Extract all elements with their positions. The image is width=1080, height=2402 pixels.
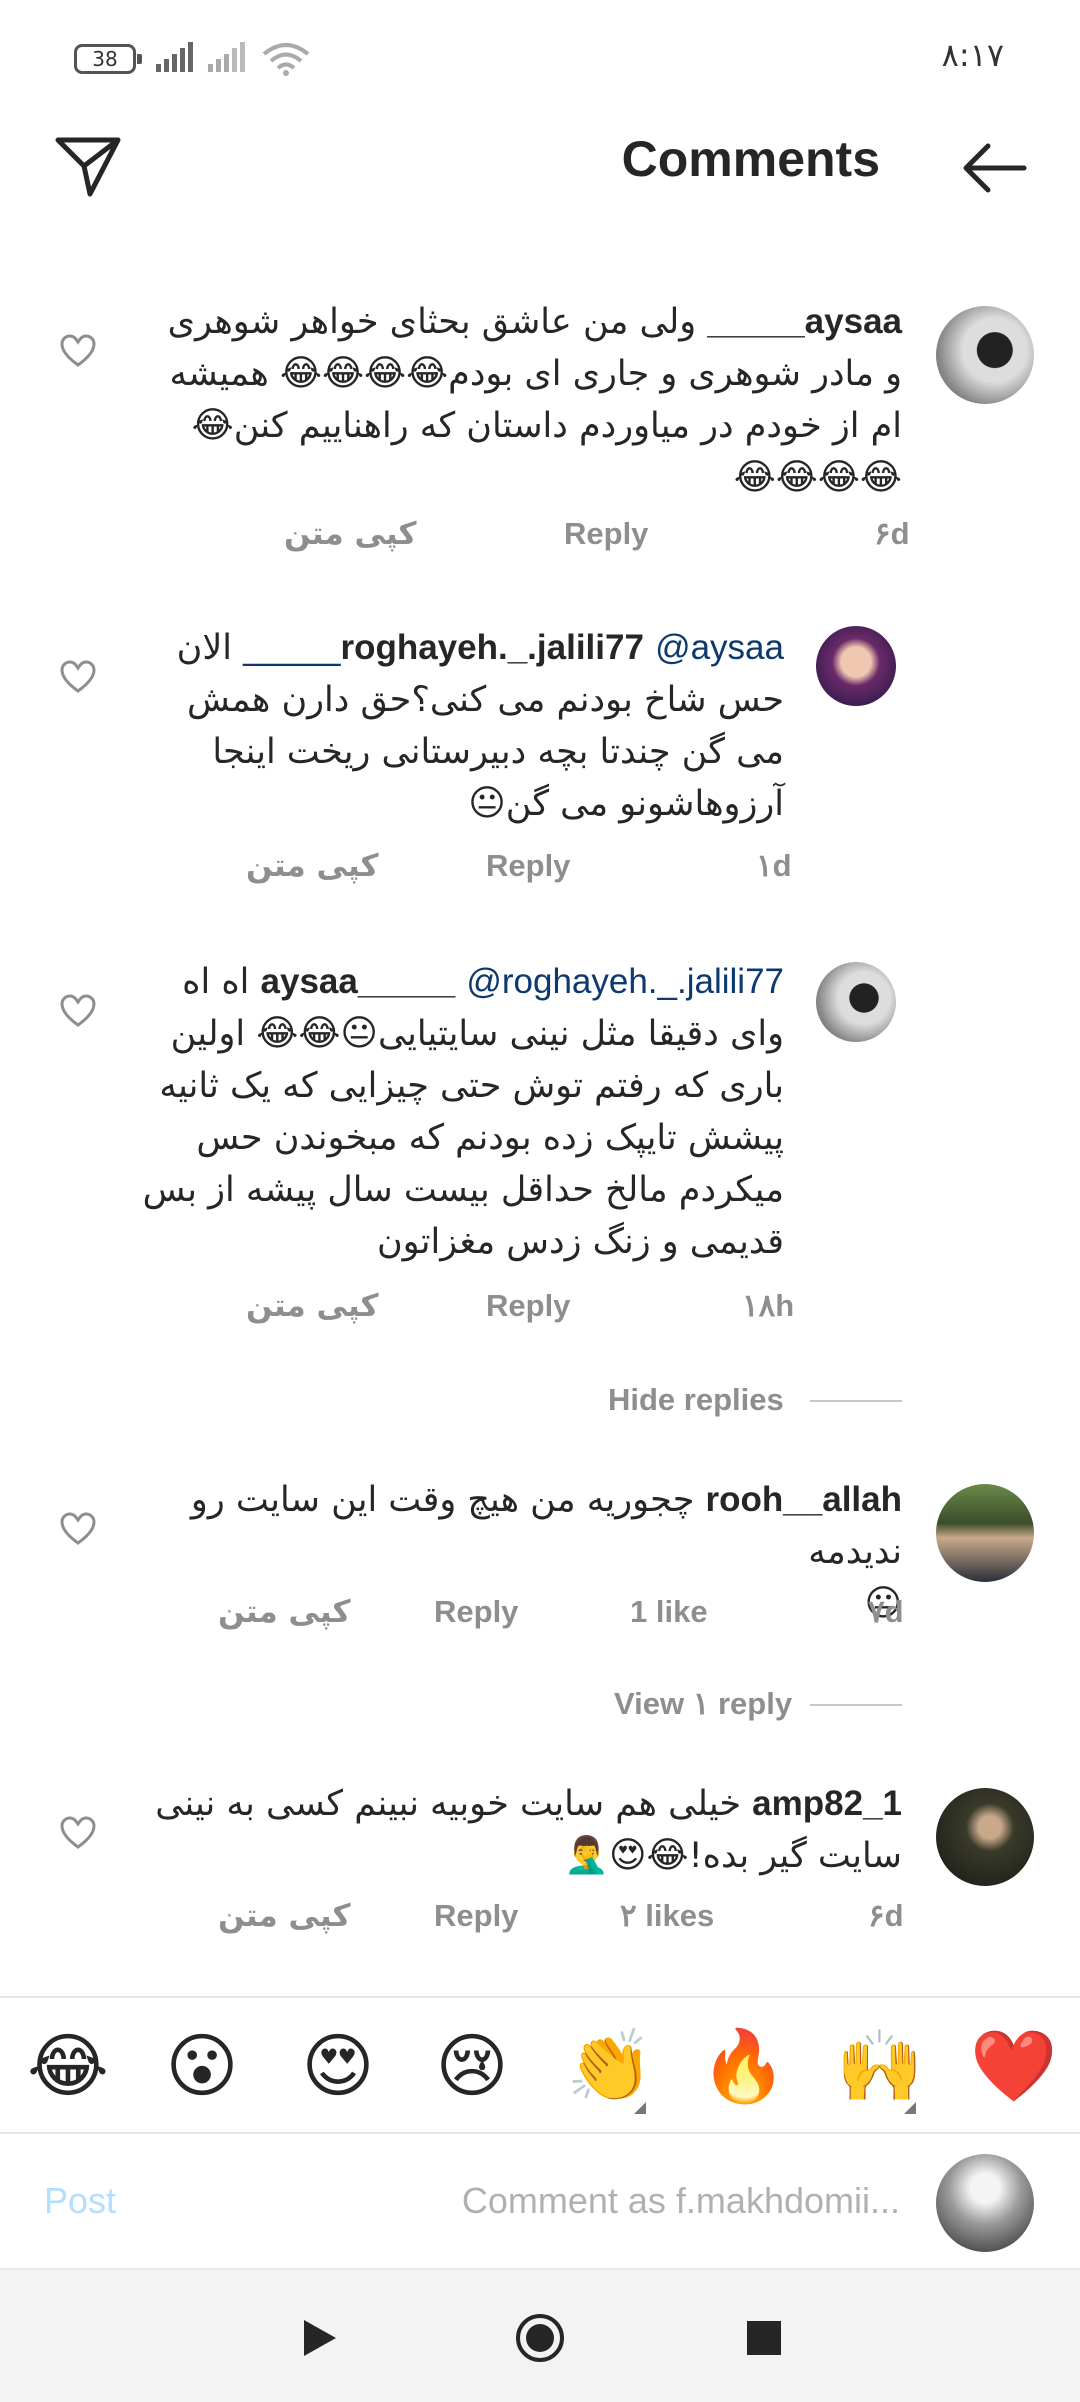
comment-time: ۷d: [868, 1594, 904, 1629]
comment-body: aysaa_____ ولی من عاشق بحثای خواهر شوهری…: [150, 296, 902, 504]
like-heart-icon[interactable]: [60, 1512, 96, 1546]
avatar[interactable]: [816, 626, 896, 706]
comment-time: ۱۸h: [742, 1288, 795, 1323]
comment-username[interactable]: aysaa_____: [261, 962, 456, 1001]
comment-username[interactable]: rooh__allah: [706, 1480, 902, 1519]
divider: [810, 1704, 902, 1706]
likes-count[interactable]: 1 like: [630, 1594, 708, 1630]
comment-time: ۶d: [874, 516, 910, 551]
comment-username[interactable]: amp82_1: [752, 1784, 902, 1823]
reply-button[interactable]: Reply: [434, 1594, 518, 1630]
copy-text-button[interactable]: کپی متن: [246, 848, 379, 884]
hide-replies-button[interactable]: Hide replies: [608, 1382, 784, 1418]
emoji-surprised[interactable]: 😮: [160, 2024, 244, 2108]
comment-emoji: 😐😂😂: [256, 1013, 378, 1054]
system-nav-bar: [0, 2268, 1080, 2402]
my-avatar: [936, 2154, 1034, 2252]
comment-input-bar: Post Comment as f.makhdomii...: [0, 2132, 1080, 2270]
square-recents-icon[interactable]: [746, 2320, 782, 2356]
comment-input[interactable]: Comment as f.makhdomii...: [400, 2180, 900, 2222]
play-triangle-icon[interactable]: [302, 2318, 338, 2358]
copy-text-button[interactable]: کپی متن: [218, 1898, 351, 1934]
avatar[interactable]: [936, 1484, 1034, 1582]
battery-indicator: 38: [74, 44, 142, 74]
comment-username[interactable]: roghayeh._.jalili77: [340, 628, 643, 667]
copy-text-button[interactable]: کپی متن: [284, 516, 417, 552]
comment-emoji: 😐: [468, 783, 506, 824]
comment-body: amp82_1 خیلی هم سایت خوبیه نبینم کسی به …: [140, 1778, 902, 1882]
emoji-crying[interactable]: 😢: [430, 2024, 514, 2108]
skin-tone-indicator: [634, 2102, 646, 2114]
cell-signal-2-icon: [208, 42, 245, 72]
skin-tone-indicator: [904, 2102, 916, 2114]
likes-count[interactable]: ۲ likes: [620, 1898, 714, 1934]
clock: ۸:۱۷: [941, 36, 1004, 74]
comment-body: roghayeh._.jalili77 @aysaa_____ الان حس …: [160, 622, 784, 830]
reply-button[interactable]: Reply: [486, 848, 570, 884]
like-heart-icon[interactable]: [60, 334, 96, 368]
emoji-clap[interactable]: 👏: [566, 2024, 653, 2108]
reply-button[interactable]: Reply: [564, 516, 648, 552]
avatar[interactable]: [816, 962, 896, 1042]
emoji-raised-hands[interactable]: 🙌: [836, 2024, 923, 2108]
post-button[interactable]: Post: [44, 2180, 116, 2222]
reply-button[interactable]: Reply: [486, 1288, 570, 1324]
page-title: Comments: [621, 131, 880, 187]
emoji-laughing[interactable]: 😂: [26, 2024, 110, 2108]
emoji-heart[interactable]: ❤️: [970, 2024, 1057, 2108]
comment-time: ۱d: [756, 848, 792, 883]
comment-time: ۶d: [868, 1898, 904, 1933]
avatar[interactable]: [936, 306, 1034, 404]
comment-emoji: 😂😂😂😂: [279, 353, 449, 394]
wifi-icon: [262, 43, 310, 76]
arrow-left-icon[interactable]: [958, 138, 1030, 198]
emoji-fire[interactable]: 🔥: [700, 2024, 787, 2108]
like-heart-icon[interactable]: [60, 994, 96, 1028]
avatar[interactable]: [936, 1788, 1034, 1886]
comment-emoji: 😂😍🤦‍♂️: [564, 1835, 689, 1876]
reply-button[interactable]: Reply: [434, 1898, 518, 1934]
like-heart-icon[interactable]: [60, 660, 96, 694]
circle-home-icon[interactable]: [514, 2312, 566, 2364]
status-bar: 38 ۸:۱۷: [0, 0, 1080, 110]
emoji-quick-bar: ❤️ 🙌 🔥 👏 😢 😍 😮 😂: [0, 1996, 1080, 2134]
emoji-heart-eyes[interactable]: 😍: [296, 2024, 380, 2108]
cell-signal-icon: [156, 42, 193, 72]
send-icon[interactable]: [52, 130, 124, 202]
copy-text-button[interactable]: کپی متن: [218, 1594, 351, 1630]
comment-body: aysaa_____ @roghayeh._.jalili77 اه اه وا…: [140, 956, 784, 1268]
like-heart-icon[interactable]: [60, 1816, 96, 1850]
copy-text-button[interactable]: کپی متن: [246, 1288, 379, 1324]
divider: [810, 1400, 902, 1402]
mention-link[interactable]: @roghayeh._.jalili77: [466, 962, 784, 1001]
battery-level: 38: [92, 47, 118, 71]
view-replies-button[interactable]: View ۱ reply: [614, 1686, 792, 1722]
comment-username[interactable]: aysaa_____: [707, 302, 902, 341]
